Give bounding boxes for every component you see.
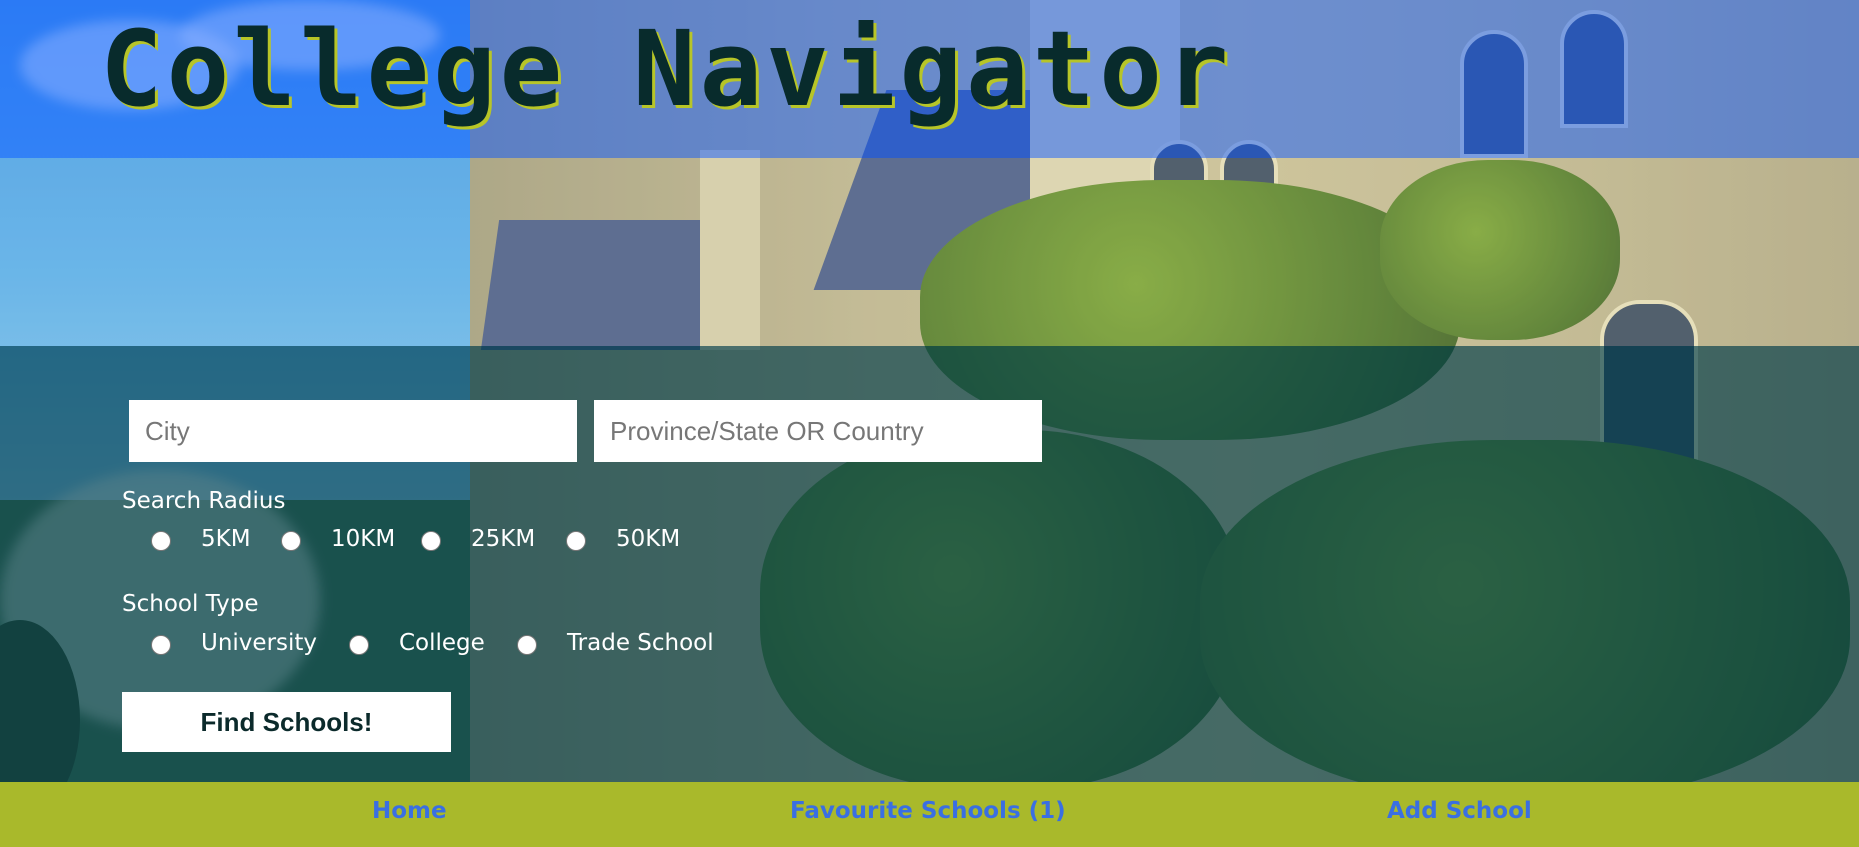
radius-option-label: 5KM (201, 526, 251, 552)
type-university-radio[interactable] (151, 635, 171, 655)
school-type-option-label: College (399, 630, 485, 656)
radius-option-label: 25KM (471, 526, 536, 552)
radius-50km-radio[interactable] (566, 531, 586, 551)
radius-25km-radio[interactable] (421, 531, 441, 551)
radius-option-label: 10KM (331, 526, 396, 552)
city-input[interactable] (129, 400, 577, 462)
photo-band (0, 158, 1859, 346)
type-college-radio[interactable] (349, 635, 369, 655)
radius-option-label: 50KM (616, 526, 681, 552)
nav-favourite-schools-link[interactable]: Favourite Schools (1) (790, 798, 1066, 824)
find-schools-button[interactable]: Find Schools! (122, 692, 451, 752)
page-title: College Navigator (100, 8, 1233, 130)
school-type-option-label: University (201, 630, 318, 656)
nav-add-school-link[interactable]: Add School (1387, 798, 1532, 824)
school-type-option-label: Trade School (567, 630, 714, 656)
type-trade-school-radio[interactable] (517, 635, 537, 655)
nav-home-link[interactable]: Home (372, 798, 447, 824)
search-radius-label: Search Radius (122, 488, 286, 514)
radius-5km-radio[interactable] (151, 531, 171, 551)
province-state-country-input[interactable] (594, 400, 1042, 462)
footer-nav: Home Favourite Schools (1) Add School (0, 782, 1859, 847)
radius-10km-radio[interactable] (281, 531, 301, 551)
school-type-label: School Type (122, 591, 259, 617)
